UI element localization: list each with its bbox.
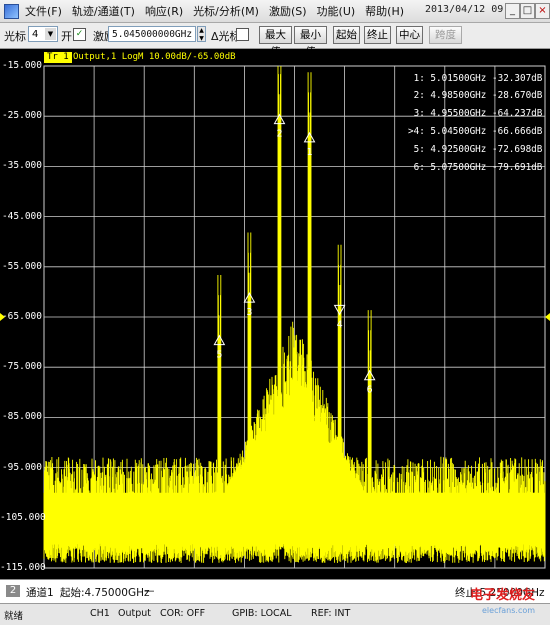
restore-button[interactable]: □: [520, 3, 535, 19]
y-tick-label: -95.000: [1, 461, 42, 473]
menu-file[interactable]: 文件(F): [25, 3, 62, 19]
y-tick-label: -35.000: [1, 160, 42, 172]
status-gpib: GPIB: LOCAL: [232, 608, 292, 619]
menu-response[interactable]: 响应(R): [145, 3, 183, 19]
status-channel: CH1: [90, 608, 110, 619]
menu-bar: 文件(F) 轨迹/通道(T) 响应(R) 光标/分析(M) 激励(S) 功能(U…: [0, 0, 550, 23]
status-correction: COR: OFF: [160, 608, 206, 619]
watermark-url: elecfans.com: [482, 606, 536, 615]
y-tick-label: -55.000: [1, 260, 42, 272]
y-tick-label: -85.000: [1, 411, 42, 423]
status-reference: REF: INT: [311, 608, 351, 619]
marker-readout: 3: 4.95500GHz -64.237dB: [408, 108, 543, 119]
y-tick-label: -45.000: [1, 210, 42, 222]
stimulus-spinner[interactable]: ▲ ▼: [197, 26, 206, 42]
reference-level-right-arrow: [545, 313, 550, 321]
marker-label: 光标: [4, 30, 26, 43]
marker-readout: 5: 4.92500GHz -72.698dB: [408, 144, 543, 155]
marker-2-label: 2: [276, 129, 282, 140]
marker-3-label: 3: [246, 307, 252, 318]
marker-on-checkbox[interactable]: ✓: [73, 28, 86, 41]
marker-6-label: 6: [367, 385, 373, 396]
channel-bar: 2 通道1 起始:4.75000GHz — 终止:5.25000GHz: [0, 579, 550, 603]
marker-readout: 1: 5.01500GHz -32.307dB: [408, 73, 543, 84]
max-button[interactable]: 最大值: [259, 26, 292, 58]
y-tick-label: -65.000: [1, 311, 42, 322]
status-ready: 就绪: [4, 611, 24, 622]
channel-index-badge[interactable]: 2: [6, 585, 20, 597]
marker-readout: 2: 4.98500GHz -28.670dB: [408, 90, 543, 101]
center-button[interactable]: 中心: [396, 26, 423, 44]
marker-readout-active: >4: 5.04500GHz -66.666dB: [408, 126, 543, 137]
channel-label: 通道1: [26, 587, 54, 599]
marker-1-label: 1: [307, 147, 313, 158]
menu-utility[interactable]: 功能(U): [317, 3, 356, 19]
stimulus-input[interactable]: 5.045000000GHz: [108, 26, 196, 42]
start-frequency: 起始:4.75000GHz: [60, 587, 150, 599]
stop-button[interactable]: 终止: [364, 26, 391, 44]
marker-4-label: 4: [337, 319, 343, 330]
span-button[interactable]: 跨度: [429, 26, 462, 44]
status-parameter: Output: [118, 608, 151, 619]
y-tick-label: -15.000: [1, 60, 42, 71]
watermark-logo: 电子发烧友: [470, 588, 536, 603]
analyzer-window: 文件(F) 轨迹/通道(T) 响应(R) 光标/分析(M) 激励(S) 功能(U…: [0, 0, 550, 625]
menu-marker-analysis[interactable]: 光标/分析(M): [193, 3, 259, 19]
min-button[interactable]: 最小值: [294, 26, 327, 58]
minimize-button[interactable]: _: [505, 3, 520, 19]
marker-select[interactable]: 4 ▼: [28, 26, 58, 42]
marker-on-label: 开: [61, 30, 72, 43]
y-tick-label: -25.000: [1, 110, 42, 122]
app-icon: [4, 3, 19, 19]
y-tick-label: -115.000: [0, 562, 46, 573]
marker-readout: 6: 5.07500GHz -79.691dB: [408, 162, 543, 173]
toolbar: 光标 4 ▼ 开 ✓ 激励 5.045000000GHz ▲▼ Δ光标 最大值 …: [0, 23, 550, 58]
close-button[interactable]: ×: [535, 3, 550, 19]
menu-stimulus[interactable]: 激励(S): [269, 3, 307, 19]
trace-info: Output,1 LogM 10.00dB/-65.00dB: [73, 52, 236, 62]
menu-help[interactable]: 帮助(H): [365, 3, 404, 19]
chevron-down-icon: ▼: [45, 28, 56, 40]
delta-marker-checkbox[interactable]: [236, 28, 249, 41]
marker-5-label: 5: [216, 350, 222, 361]
marker-select-value: 4: [32, 29, 39, 40]
trace-badge[interactable]: Tr 1: [44, 52, 72, 63]
dash-separator: —: [144, 585, 155, 597]
y-tick-label: -75.000: [1, 361, 42, 373]
reference-level-left-arrow: [0, 313, 5, 321]
trace-plot-area[interactable]: 1 2 3 4 5 6 -15.000 -25.000 -35.000 -45.000 -…: [0, 49, 550, 578]
menu-trace-channel[interactable]: 轨迹/通道(T): [72, 3, 135, 19]
y-tick-label: -105.000: [0, 511, 46, 523]
status-bar: 就绪 CH1 Output COR: OFF GPIB: LOCAL REF: …: [0, 603, 550, 625]
start-button[interactable]: 起始: [333, 26, 360, 44]
